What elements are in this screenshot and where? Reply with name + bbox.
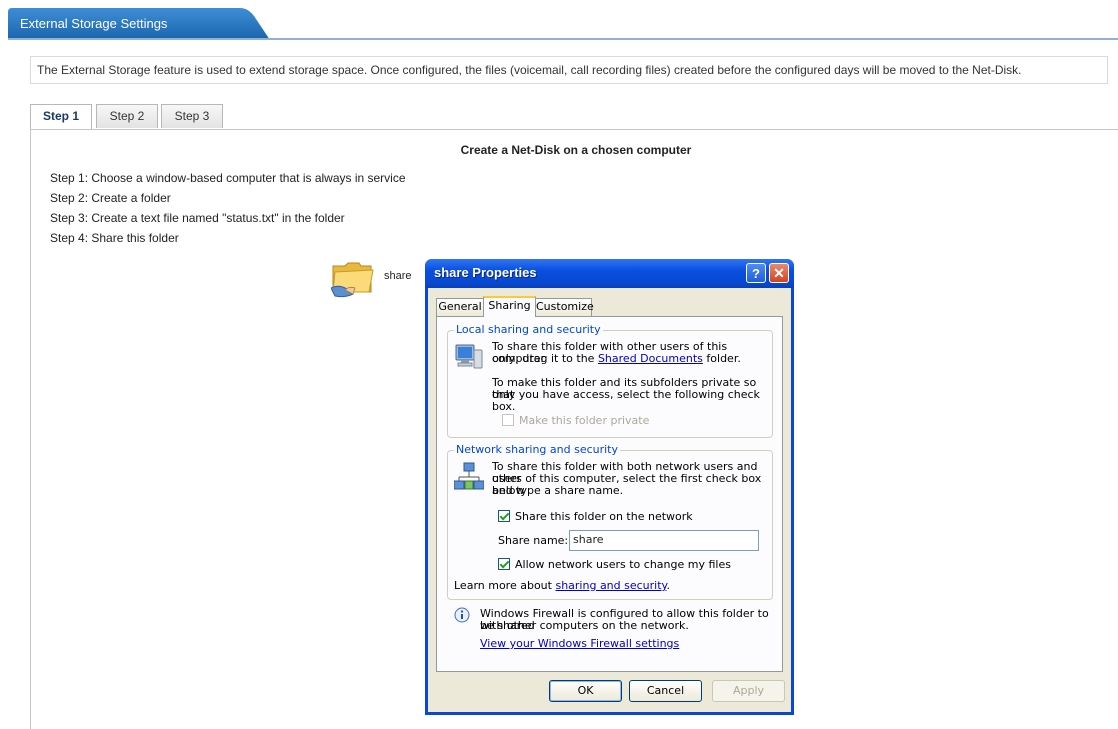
share-properties-dialog: share Properties ? ✕ General Sharing Cus… <box>425 259 794 715</box>
step-instruction-3: Step 3: Create a text file named "status… <box>50 211 345 225</box>
info-icon <box>454 607 470 623</box>
firewall-text-2: with other computers on the network. <box>480 619 689 632</box>
step-list: Step 1: Choose a window-based computer t… <box>50 168 406 248</box>
title-tab: External Storage Settings <box>8 8 270 40</box>
make-private-checkbox[interactable] <box>502 414 514 426</box>
step-instruction-2: Step 2: Create a folder <box>50 191 171 205</box>
tab-sharing[interactable]: Sharing <box>483 296 536 317</box>
close-button[interactable]: ✕ <box>769 263 789 283</box>
network-sharing-group: Network sharing and security To share th… <box>447 443 773 600</box>
local-text-folder: folder. <box>706 352 741 365</box>
local-private-text-2: only you have access, select the followi… <box>492 388 760 413</box>
share-name-input[interactable]: share <box>569 530 759 551</box>
title-bar: External Storage Settings <box>0 0 1118 42</box>
local-sharing-label: Local sharing and security <box>454 323 603 336</box>
share-on-network-label: Share this folder on the network <box>515 510 693 523</box>
local-sharing-group: Local sharing and security To share this… <box>447 323 773 438</box>
local-text-drag: only, drag it to the <box>492 352 595 365</box>
content-heading: Create a Net-Disk on a chosen computer <box>460 143 692 157</box>
network-icon <box>453 462 485 492</box>
tab-customize[interactable]: Customize <box>535 298 594 316</box>
local-text-line-2: only, drag it to the Shared Documents fo… <box>492 353 741 365</box>
title-divider <box>8 38 1118 40</box>
sharing-security-link[interactable]: sharing and security <box>555 579 666 592</box>
help-button[interactable]: ? <box>746 263 766 283</box>
make-private-label: Make this folder private <box>519 414 650 427</box>
feature-notice: The External Storage feature is used to … <box>30 56 1108 84</box>
step-instruction-4: Step 4: Share this folder <box>50 231 179 245</box>
learn-more-line: Learn more about sharing and security. <box>454 580 670 592</box>
dialog-title: share Properties <box>434 265 537 280</box>
network-text-line-3: and type a share name. <box>492 484 624 497</box>
tab-step-1[interactable]: Step 1 <box>30 104 92 130</box>
dialog-body: General Sharing Customize Local sharing … <box>428 288 791 712</box>
tab-step-2[interactable]: Step 2 <box>96 104 158 128</box>
learn-more-suffix: . <box>666 579 670 592</box>
shared-documents-link[interactable]: Shared Documents <box>598 352 703 365</box>
allow-change-checkbox[interactable] <box>498 558 510 570</box>
computer-icon <box>454 342 484 372</box>
folder-label: share <box>384 270 412 282</box>
apply-button[interactable]: Apply <box>712 680 785 702</box>
allow-change-label: Allow network users to change my files <box>515 558 731 571</box>
share-name-label: Share name: <box>498 534 569 547</box>
ok-button[interactable]: OK <box>549 680 622 702</box>
step-instruction-1: Step 1: Choose a window-based computer t… <box>50 171 406 185</box>
page-title: External Storage Settings <box>20 16 168 31</box>
learn-more-prefix: Learn more about <box>454 579 552 592</box>
tab-general[interactable]: General <box>436 298 484 316</box>
network-sharing-label: Network sharing and security <box>454 443 621 456</box>
dialog-titlebar[interactable]: share Properties ? ✕ <box>425 259 794 288</box>
tab-step-3[interactable]: Step 3 <box>161 104 223 128</box>
cancel-button[interactable]: Cancel <box>629 680 702 702</box>
shared-folder-icon <box>330 258 375 298</box>
firewall-settings-link[interactable]: View your Windows Firewall settings <box>480 638 679 650</box>
share-on-network-checkbox[interactable] <box>498 510 510 522</box>
sharing-panel: Local sharing and security To share this… <box>436 316 783 672</box>
